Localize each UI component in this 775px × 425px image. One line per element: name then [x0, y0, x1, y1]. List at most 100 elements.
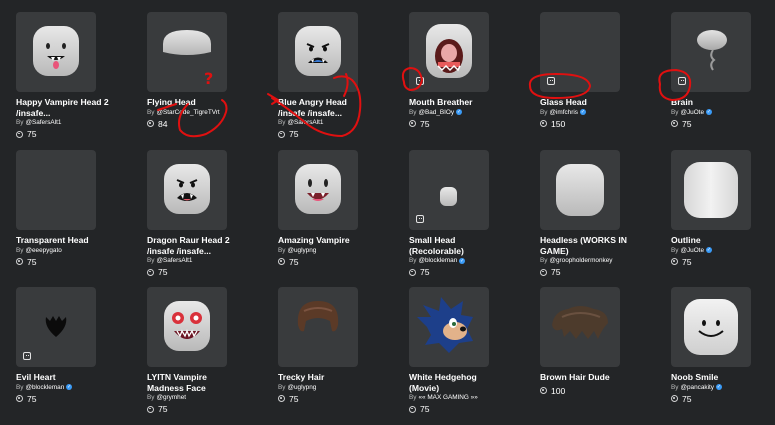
item-name[interactable]: Small Head (Recolorable)	[409, 235, 505, 256]
item-price: 75	[409, 404, 489, 414]
robux-icon	[671, 120, 678, 127]
robux-icon	[671, 258, 678, 265]
item-name[interactable]: Outline	[671, 235, 767, 246]
flat-head-icon	[163, 30, 211, 55]
item-creator[interactable]: By @eeepygato	[16, 247, 96, 254]
robux-icon	[278, 395, 285, 402]
item-creator[interactable]: By @grymhet	[147, 394, 227, 401]
item-creator[interactable]: By @pancakity ✓	[671, 384, 751, 391]
item-card[interactable]: Dragon Raur Head 2 /insafe /insafe... By…	[147, 150, 230, 287]
item-name[interactable]: LYITN Vampire Madness Face	[147, 372, 243, 393]
item-price: 75	[278, 129, 358, 139]
item-name[interactable]: Trecky Hair	[278, 372, 374, 383]
item-thumbnail[interactable]	[540, 12, 620, 92]
item-creator[interactable]: By @SafersAlt1	[147, 257, 227, 264]
item-card[interactable]: Noob Smile By @pancakity ✓ 75	[671, 287, 751, 425]
item-thumbnail[interactable]	[147, 12, 227, 92]
item-name[interactable]: Flying Head	[147, 97, 243, 108]
item-thumbnail[interactable]	[409, 150, 489, 230]
item-thumbnail[interactable]	[147, 287, 227, 367]
item-thumbnail[interactable]	[16, 150, 96, 230]
item-thumbnail[interactable]	[147, 150, 227, 230]
item-thumbnail[interactable]	[540, 287, 620, 367]
item-card[interactable]: Happy Vampire Head 2 /insafe... By @Safer…	[16, 12, 109, 150]
item-name[interactable]: Transparent Head	[16, 235, 112, 246]
robux-icon	[16, 130, 23, 138]
item-card[interactable]: Transparent Head By @eeepygato 75	[16, 150, 96, 287]
robux-icon	[16, 258, 23, 265]
catalog-grid: Happy Vampire Head 2 /insafe... By @Safer…	[16, 12, 766, 425]
item-creator[interactable]: By @JuOte ✓	[671, 247, 751, 254]
item-thumbnail[interactable]	[278, 12, 358, 92]
robux-icon	[671, 395, 678, 402]
item-thumbnail[interactable]	[16, 12, 96, 92]
item-name[interactable]: Brain	[671, 97, 767, 108]
item-name[interactable]: Blue Angry Head /insafe /insafe...	[278, 97, 374, 118]
item-price: 75	[671, 394, 751, 404]
verified-badge-icon: ✓	[459, 257, 466, 264]
item-thumbnail[interactable]	[671, 150, 751, 230]
item-card[interactable]: Amazing Vampire By @uglypng 75	[278, 150, 358, 287]
item-name[interactable]: Glass Head	[540, 97, 636, 108]
item-price: 75	[16, 257, 96, 267]
vampire-smile-icon	[307, 179, 329, 201]
item-thumbnail[interactable]	[278, 287, 358, 367]
item-thumbnail[interactable]	[278, 150, 358, 230]
item-thumbnail[interactable]	[409, 287, 489, 367]
item-creator[interactable]: By @uglypng	[278, 384, 358, 391]
item-card[interactable]: Blue Angry Head /insafe /insafe... By @Sa…	[278, 12, 358, 150]
item-creator[interactable]: By @blockleman ✓	[16, 384, 96, 391]
item-price: 75	[671, 257, 751, 267]
item-card[interactable]: Brown Hair Dude 100	[540, 287, 620, 425]
item-creator[interactable]: By @blockleman ✓	[409, 257, 489, 264]
item-card[interactable]: White Hedgehog (Movie) By «« MAX GAMING »…	[409, 287, 489, 425]
layered-item-badge-icon	[547, 77, 555, 85]
item-name[interactable]: Headless (WORKS IN GAME)	[540, 235, 636, 256]
item-creator[interactable]: By @SafersAlt1	[16, 119, 96, 126]
item-creator[interactable]: By @groopholdermonkey	[540, 257, 620, 264]
robux-icon	[540, 387, 547, 394]
item-name[interactable]: Evil Heart	[16, 372, 112, 383]
item-creator[interactable]: By @imfchris ✓	[540, 109, 620, 116]
hedgehog-icon	[417, 297, 473, 353]
outline-head-icon	[684, 162, 738, 218]
item-creator[interactable]: By @Bad_BIOy ✓	[409, 109, 489, 116]
verified-badge-icon: ✓	[579, 109, 586, 115]
layered-item-badge-icon	[678, 77, 686, 85]
item-card[interactable]: Evil Heart By @blockleman ✓ 75	[16, 287, 96, 425]
verified-badge-icon: ✓	[715, 384, 722, 390]
robux-icon	[278, 258, 285, 265]
item-creator[interactable]: By @uglypng	[278, 247, 358, 254]
item-name[interactable]: Mouth Breather	[409, 97, 505, 108]
item-thumbnail[interactable]	[540, 150, 620, 230]
item-name[interactable]: Brown Hair Dude	[540, 372, 636, 383]
item-card[interactable]: Small Head (Recolorable) By @blockleman ✓ …	[409, 150, 489, 287]
item-card[interactable]: Headless (WORKS IN GAME) By @groopholderm…	[540, 150, 627, 287]
item-creator[interactable]: By @JuOte ✓	[671, 109, 751, 116]
item-thumbnail[interactable]	[671, 12, 751, 92]
item-price: 150	[540, 119, 620, 129]
item-name[interactable]: White Hedgehog (Movie)	[409, 372, 505, 393]
robux-icon	[409, 405, 416, 413]
item-name[interactable]: Happy Vampire Head 2 /insafe...	[16, 97, 112, 118]
item-card[interactable]: Flying Head By @StarCode_TigreTVrt 84	[147, 12, 227, 150]
item-name[interactable]: Amazing Vampire	[278, 235, 374, 246]
item-price: 75	[16, 394, 96, 404]
robux-icon	[278, 130, 285, 138]
headless-icon	[556, 164, 604, 216]
item-name[interactable]: Noob Smile	[671, 372, 767, 383]
item-creator[interactable]: By @SafersAlt1	[278, 119, 358, 126]
item-creator[interactable]: By «« MAX GAMING »»	[409, 394, 489, 401]
vampire-face-icon	[46, 43, 66, 69]
item-card[interactable]: Glass Head By @imfchris ✓ 150	[540, 12, 620, 150]
item-card[interactable]: Mouth Breather By @Bad_BIOy ✓ 75	[409, 12, 489, 150]
item-card[interactable]: Brain By @JuOte ✓ 75	[671, 12, 751, 150]
item-thumbnail[interactable]	[671, 287, 751, 367]
item-card[interactable]: LYITN Vampire Madness Face By @grymhet 75	[147, 287, 227, 425]
item-card[interactable]: Trecky Hair By @uglypng 75	[278, 287, 358, 425]
item-thumbnail[interactable]	[409, 12, 489, 92]
item-thumbnail[interactable]	[16, 287, 96, 367]
item-creator[interactable]: By @StarCode_TigreTVrt	[147, 109, 227, 116]
item-name[interactable]: Dragon Raur Head 2 /insafe /insafe...	[147, 235, 243, 256]
item-card[interactable]: Outline By @JuOte ✓ 75	[671, 150, 751, 287]
